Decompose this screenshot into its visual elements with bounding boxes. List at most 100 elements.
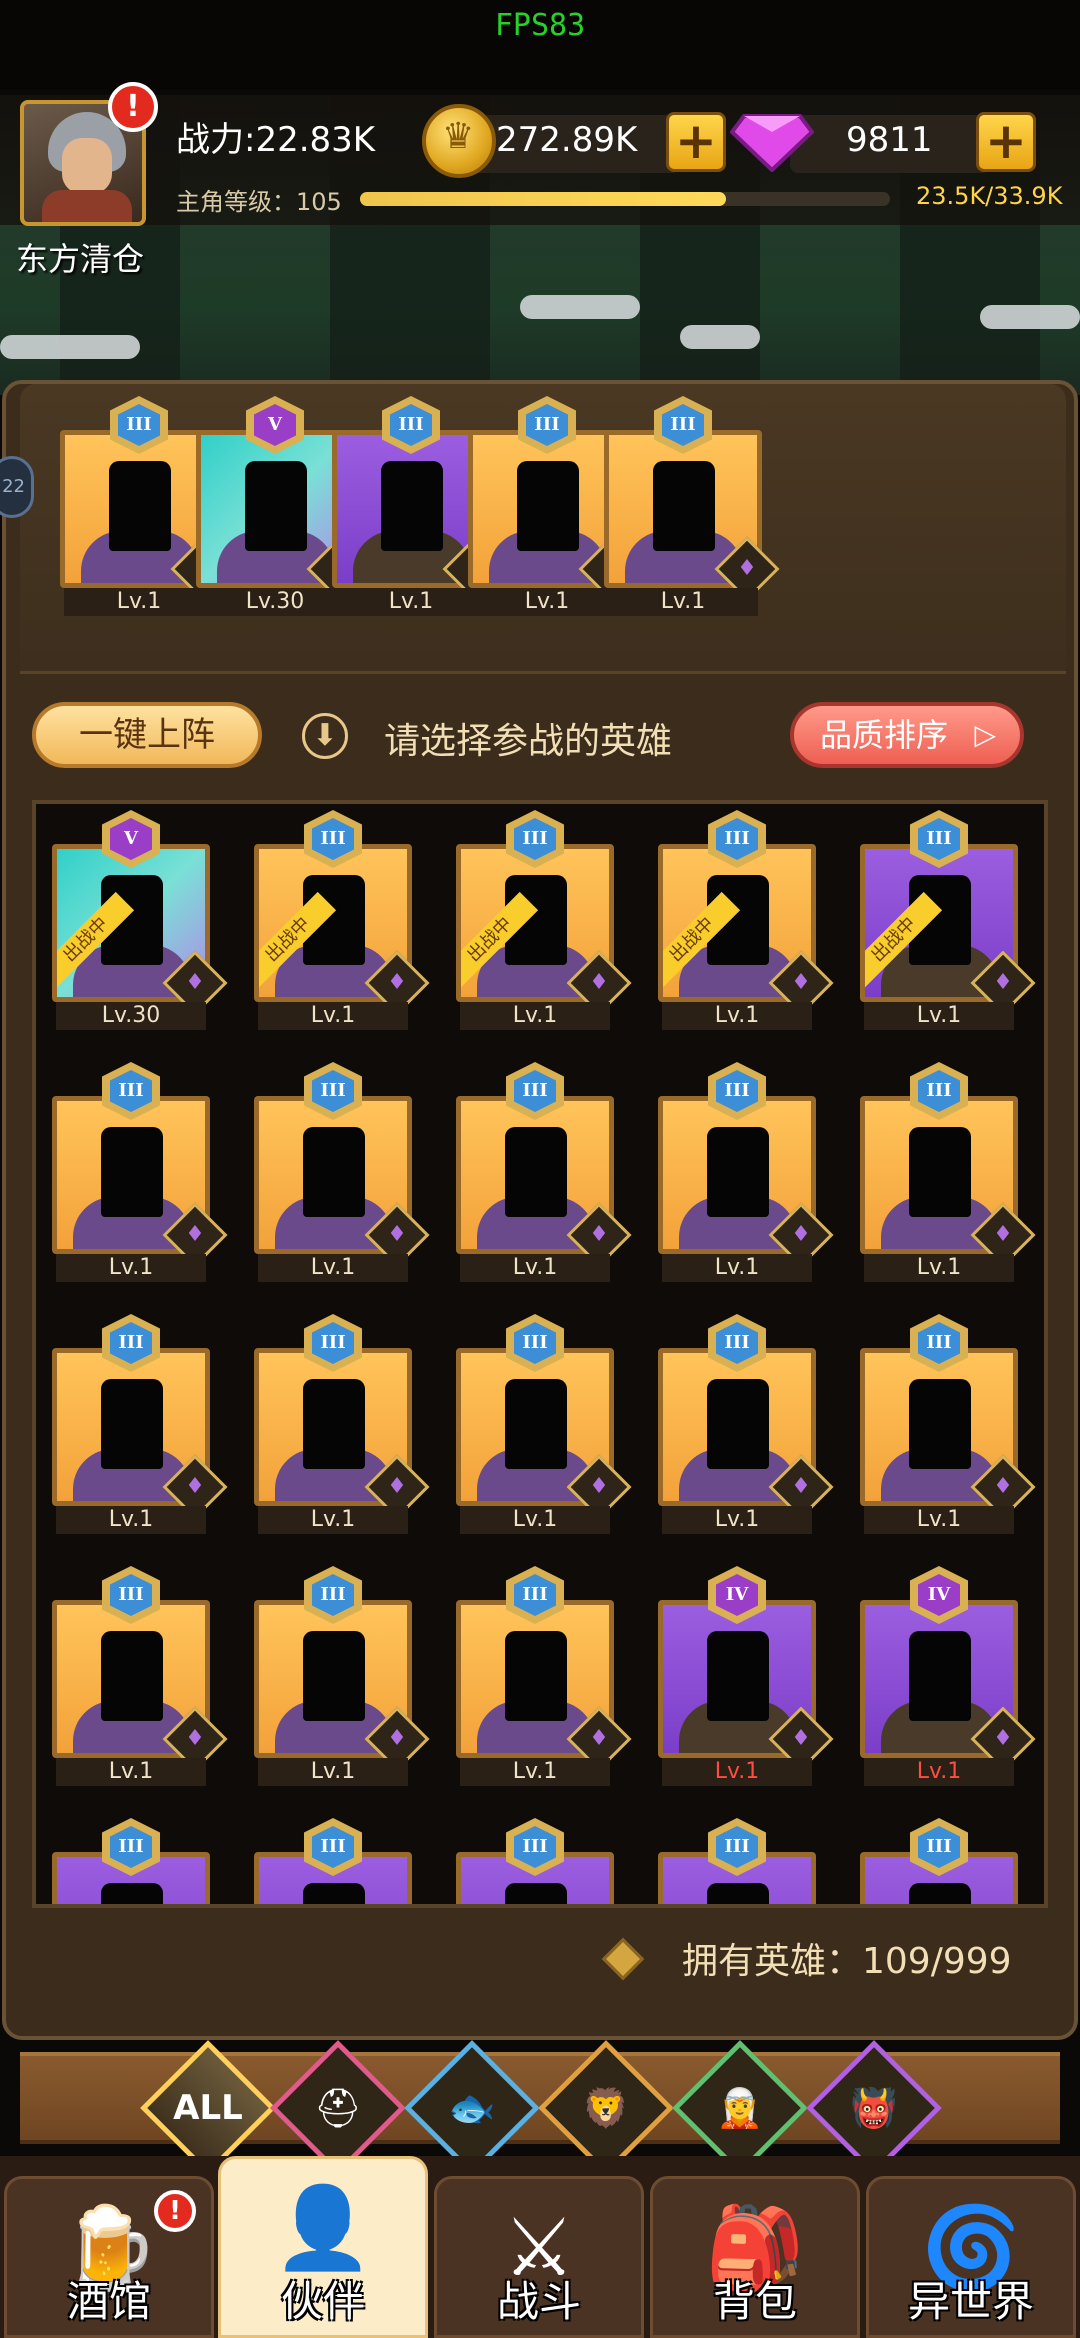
- rank-badge-icon: III: [300, 1308, 366, 1378]
- tab-otherworld[interactable]: 🌀 异世界: [866, 2176, 1076, 2338]
- hero-card[interactable]: 出战中 III ♦ Lv.1: [658, 804, 834, 1030]
- xp-bar-fill: [360, 192, 726, 206]
- knight-helmet-icon: ⛑: [313, 2085, 363, 2130]
- lion-icon: 🦁: [582, 2085, 630, 2130]
- hero-roster-grid[interactable]: 出战中 V ♦ Lv.30 出战中 III ♦ Lv.1 出战中 III ♦ Lv.1 出战中 III ♦ L…: [32, 800, 1048, 1908]
- hero-level: Lv.1: [56, 1758, 206, 1786]
- combat-power: 战力:22.83K: [176, 120, 376, 160]
- hero-card[interactable]: III♦Lv.1: [456, 1056, 632, 1282]
- hero-card[interactable]: III♦Lv.1: [468, 390, 644, 616]
- add-gold-button[interactable]: +: [666, 112, 726, 172]
- tab-tavern-label: 酒馆: [66, 2277, 151, 2326]
- hero-card[interactable]: V♦Lv.30: [196, 390, 372, 616]
- rank-badge-icon: III: [98, 1812, 164, 1882]
- hero-card[interactable]: III♦Lv.1: [52, 1560, 228, 1786]
- hero-card[interactable]: III♦: [456, 1812, 614, 1904]
- hero-card[interactable]: 出战中 III ♦ Lv.1: [456, 804, 632, 1030]
- hero-level: Lv.1: [460, 1254, 610, 1282]
- rank-badge-icon: III: [514, 390, 580, 460]
- hero-card[interactable]: III♦Lv.1: [52, 1056, 228, 1282]
- hero-card[interactable]: 出战中 III ♦ Lv.1: [254, 804, 430, 1030]
- rank-badge-icon: III: [300, 1056, 366, 1126]
- one-click-deploy-button[interactable]: 一键上阵: [32, 702, 262, 768]
- rank-badge-icon: III: [502, 804, 568, 874]
- hero-card[interactable]: III♦Lv.1: [456, 1308, 632, 1534]
- rank-badge-icon: III: [98, 1308, 164, 1378]
- rank-badge-icon: IV: [704, 1560, 770, 1630]
- hero-level: Lv.1: [336, 588, 486, 616]
- hero-level: Lv.1: [662, 1506, 812, 1534]
- hero-card[interactable]: III♦Lv.1: [658, 1308, 834, 1534]
- xp-bar: [360, 192, 890, 206]
- hero-card[interactable]: III♦: [860, 1812, 1018, 1904]
- hero-card[interactable]: III♦Lv.1: [658, 1056, 834, 1282]
- quality-sort-label: 品质排序: [820, 716, 949, 754]
- hero-level: Lv.1: [472, 588, 622, 616]
- hero-level: Lv.1: [662, 1254, 812, 1282]
- rank-badge-icon: III: [502, 1308, 568, 1378]
- tab-battle[interactable]: ⚔ 战斗: [434, 2176, 644, 2338]
- rank-badge-icon: V: [98, 804, 164, 874]
- hero-card[interactable]: III♦Lv.1: [254, 1560, 430, 1786]
- hero-level: Lv.1: [258, 1758, 408, 1786]
- hero-level: Lv.1: [460, 1758, 610, 1786]
- rank-badge-icon: III: [98, 1560, 164, 1630]
- hero-card[interactable]: III♦Lv.1: [456, 1560, 632, 1786]
- player-name: 东方清仓: [16, 240, 145, 278]
- hero-level: Lv.1: [56, 1506, 206, 1534]
- team-lineup: III♦Lv.1V♦Lv.30III♦Lv.1III♦Lv.1III♦Lv.1: [20, 384, 1066, 674]
- rank-badge-icon: III: [502, 1812, 568, 1882]
- add-gems-button[interactable]: +: [976, 112, 1036, 172]
- hero-level: Lv.1: [864, 1506, 1014, 1534]
- tab-partner[interactable]: 👤 伙伴: [218, 2156, 428, 2338]
- gem-amount: 9811: [846, 120, 933, 160]
- hero-level: Lv.30: [56, 1002, 206, 1030]
- hero-level-label: 主角等级：105: [176, 188, 342, 216]
- hero-level: Lv.1: [864, 1758, 1014, 1786]
- hero-level: Lv.1: [864, 1254, 1014, 1282]
- avatar-alert-badge: !: [108, 82, 158, 132]
- hero-card[interactable]: III♦Lv.1: [52, 1308, 228, 1534]
- hero-card[interactable]: III♦Lv.1: [604, 390, 780, 616]
- rank-badge-icon: IV: [906, 1560, 972, 1630]
- rank-badge-icon: III: [704, 1812, 770, 1882]
- hero-card[interactable]: 出战中 V ♦ Lv.30: [52, 804, 228, 1030]
- hero-card[interactable]: 出战中 III ♦ Lv.1: [860, 804, 1036, 1030]
- rank-badge-icon: III: [906, 1056, 972, 1126]
- hero-level: Lv.1: [460, 1002, 610, 1030]
- hero-card[interactable]: III♦: [52, 1812, 210, 1904]
- hero-card[interactable]: III♦: [254, 1812, 412, 1904]
- quality-sort-button[interactable]: 品质排序 ▷: [790, 702, 1024, 768]
- hero-card[interactable]: III♦Lv.1: [254, 1056, 430, 1282]
- hero-level: Lv.1: [662, 1758, 812, 1786]
- rank-badge-icon: III: [906, 1308, 972, 1378]
- hero-level: Lv.1: [64, 588, 214, 616]
- tab-backpack-label: 背包: [712, 2277, 797, 2326]
- tab-backpack[interactable]: 🎒 背包: [650, 2176, 860, 2338]
- hero-card[interactable]: III♦Lv.1: [254, 1308, 430, 1534]
- hero-card[interactable]: III♦Lv.1: [60, 390, 236, 616]
- tab-partner-label: 伙伴: [280, 2277, 365, 2326]
- hero-card[interactable]: IV ♦ Lv.1: [658, 1560, 834, 1786]
- rank-badge-icon: III: [106, 390, 172, 460]
- owned-heroes-count: 拥有英雄：109/999: [682, 1941, 1012, 1982]
- hero-card[interactable]: III♦: [658, 1812, 816, 1904]
- arrow-down-icon: ⬇: [302, 713, 348, 759]
- play-arrow-icon: ▷: [974, 718, 996, 751]
- hero-level: Lv.1: [460, 1506, 610, 1534]
- rank-badge-icon: III: [650, 390, 716, 460]
- rank-badge-icon: III: [502, 1560, 568, 1630]
- hero-card[interactable]: III♦Lv.1: [860, 1308, 1036, 1534]
- hero-card[interactable]: III♦Lv.1: [332, 390, 508, 616]
- rank-badge-icon: III: [502, 1056, 568, 1126]
- rank-badge-icon: III: [300, 1560, 366, 1630]
- gold-coin-icon: [422, 104, 496, 178]
- rank-badge-icon: III: [704, 1056, 770, 1126]
- hero-level: Lv.30: [200, 588, 350, 616]
- fish-creature-icon: 🐟: [448, 2085, 496, 2130]
- hero-card[interactable]: IV ♦ Lv.1: [860, 1560, 1036, 1786]
- hero-card[interactable]: III♦Lv.1: [860, 1056, 1036, 1282]
- side-drawer-tab[interactable]: 22: [0, 456, 34, 518]
- rank-badge-icon: III: [98, 1056, 164, 1126]
- select-hero-prompt: 请选择参战的英雄: [384, 721, 673, 762]
